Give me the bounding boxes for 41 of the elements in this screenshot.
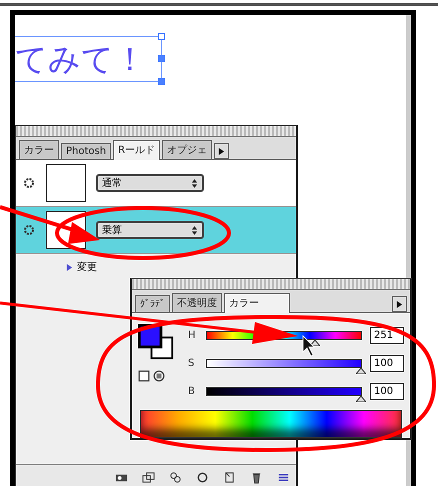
blend-mode-dropdown[interactable]: 乗算 xyxy=(96,221,204,239)
pointer-cursor-icon xyxy=(302,335,315,357)
value-field[interactable]: 100 xyxy=(370,354,404,372)
selection-handle[interactable] xyxy=(158,55,165,62)
updown-icon xyxy=(191,224,198,236)
channel-label: S xyxy=(188,358,196,368)
panel-tab[interactable]: Photosh xyxy=(61,143,112,159)
triangle-icon xyxy=(218,146,226,156)
duplicate-icon[interactable] xyxy=(142,471,155,484)
fill-stroke-swatch[interactable] xyxy=(138,324,174,360)
panel-tab[interactable]: Rールド xyxy=(113,140,160,160)
blend-mode-dropdown[interactable]: 通常 xyxy=(96,174,204,192)
panel-tab[interactable]: カラー xyxy=(224,293,290,313)
value-field[interactable]: 100 xyxy=(370,382,404,400)
panel-tab[interactable]: 不透明度 xyxy=(172,293,222,312)
selection-handle[interactable] xyxy=(158,78,165,85)
panel-menu-button[interactable] xyxy=(392,296,407,312)
channel-label: H xyxy=(188,330,197,340)
color-spectrum[interactable] xyxy=(140,410,402,438)
triangle-icon xyxy=(396,300,403,308)
updown-icon xyxy=(191,178,198,188)
panel-tab[interactable]: ｸﾞﾗﾃﾞ xyxy=(135,295,170,312)
slider-thumb[interactable] xyxy=(356,368,366,374)
none-swatch-icon[interactable] xyxy=(138,370,150,382)
page-icon[interactable] xyxy=(223,471,236,484)
trash-icon[interactable] xyxy=(250,471,263,484)
canvas-text: てみて！ xyxy=(15,43,146,75)
slider-thumb[interactable] xyxy=(356,396,366,402)
selection-handle[interactable] xyxy=(158,33,165,40)
panel-title-bar[interactable] xyxy=(132,279,410,290)
panel-title-bar[interactable] xyxy=(16,126,296,137)
layer-row[interactable]: 通常 xyxy=(16,160,296,207)
link-text[interactable]: 変更 xyxy=(77,260,97,274)
panel-menu-button[interactable] xyxy=(214,143,230,159)
panel-tab[interactable]: カラー xyxy=(19,140,59,159)
shapes-icon[interactable] xyxy=(169,471,182,484)
triangle-icon[interactable] xyxy=(66,262,73,272)
thumbnail xyxy=(46,164,86,202)
menu-icon[interactable] xyxy=(277,471,290,484)
panel-tab[interactable]: オプジェ xyxy=(162,140,212,159)
channel-label: B xyxy=(188,386,196,396)
